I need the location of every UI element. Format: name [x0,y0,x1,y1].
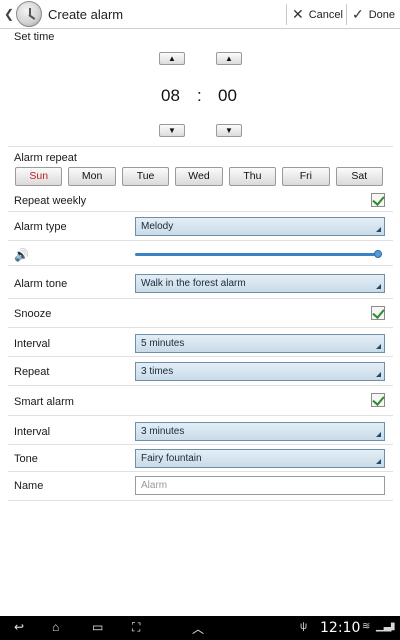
name-label: Name [14,480,44,492]
alarm-tone-label: Alarm tone [14,278,68,290]
close-icon: ✕ [292,6,304,22]
snooze-interval-label: Interval [14,338,51,350]
alarm-tone-dropdown[interactable]: Walk in the forest alarm [135,274,385,293]
wifi-icon: ≋ [362,621,371,632]
divider [8,146,393,147]
volume-slider-track[interactable] [135,253,379,256]
title-bar: ❮ Create alarm ✕ Cancel ✓ Done [0,0,400,29]
divider [8,298,393,299]
snooze-interval-dropdown[interactable]: 5 minutes [135,334,385,353]
day-button-tue[interactable]: Tue [121,167,170,186]
snooze-label: Snooze [14,308,52,320]
smart-alarm-tone-label: Tone [14,453,38,465]
screenshot-icon[interactable]: ⛶ [132,620,140,635]
smart-alarm-tone-dropdown[interactable]: Fairy fountain [135,449,385,468]
status-clock: 12:10 [320,620,361,636]
battery-icon: ▮ [390,621,396,632]
repeat-weekly-checkbox[interactable] [371,193,385,207]
day-button-sat[interactable]: Sat [335,167,383,186]
usb-icon: ψ [300,621,308,632]
day-button-mon[interactable]: Mon [68,167,116,186]
home-icon[interactable]: ⌂ [52,620,59,634]
minute-up-button[interactable]: ▲ [216,52,242,65]
smart-alarm-interval-label: Interval [14,426,51,438]
clock-app-icon[interactable] [16,1,42,27]
hour-up-button[interactable]: ▲ [159,52,185,65]
smart-alarm-interval-dropdown[interactable]: 3 minutes [135,422,385,441]
alarm-name-input[interactable]: Alarm [135,476,385,495]
divider [8,385,393,386]
back-chevron-icon[interactable]: ❮ [4,7,14,21]
system-bar: ↩ ⌂ ▭ ⛶ ︿ ψ 12:10 ≋ ▁▃ ▮ [0,616,400,640]
minute-down-button[interactable]: ▼ [216,124,242,137]
alarm-type-dropdown[interactable]: Melody [135,217,385,236]
smart-alarm-label: Smart alarm [14,396,74,408]
alarm-type-label: Alarm type [14,221,67,233]
checkmark-icon: ✓ [352,6,364,22]
day-button-sun[interactable]: Sun [15,167,63,186]
speaker-volume-icon: 🔊 [14,248,29,262]
done-button[interactable]: ✓ Done [352,0,395,29]
divider [8,265,393,266]
day-selector: Sun Mon Tue Wed Thu Fri Sat [15,167,383,186]
repeat-weekly-label: Repeat weekly [14,195,87,207]
divider [8,240,393,241]
set-time-label: Set time [14,31,55,43]
divider [8,415,393,416]
time-separator: : [197,86,202,105]
toolbar-divider [346,4,347,25]
divider [8,500,393,501]
divider [8,211,393,212]
divider [8,356,393,357]
cancel-button[interactable]: ✕ Cancel [292,0,343,29]
day-button-fri[interactable]: Fri [282,167,330,186]
day-button-thu[interactable]: Thu [228,167,277,186]
divider [8,471,393,472]
divider [8,327,393,328]
snooze-checkbox[interactable] [371,306,385,320]
minute-value[interactable]: 00 [218,86,237,106]
chevron-up-icon[interactable]: ︿ [192,620,204,637]
volume-slider-thumb[interactable] [374,250,382,258]
snooze-repeat-label: Repeat [14,366,50,378]
smart-alarm-checkbox[interactable] [371,393,385,407]
divider [8,444,393,445]
back-icon[interactable]: ↩ [14,620,24,634]
snooze-repeat-dropdown[interactable]: 3 times [135,362,385,381]
alarm-repeat-label: Alarm repeat [14,152,77,164]
toolbar-divider [286,4,287,25]
hour-down-button[interactable]: ▼ [159,124,185,137]
page-title: Create alarm [48,7,124,22]
recent-apps-icon[interactable]: ▭ [92,620,103,634]
hour-value[interactable]: 08 [161,86,180,106]
day-button-wed[interactable]: Wed [175,167,223,186]
